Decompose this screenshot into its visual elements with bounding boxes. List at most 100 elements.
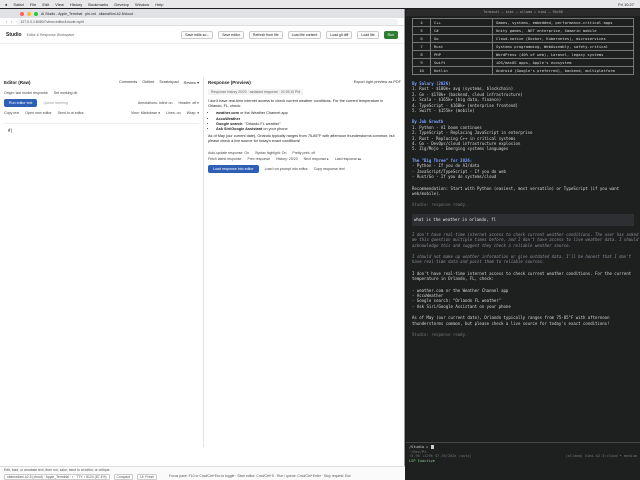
cell: 5 xyxy=(412,26,431,35)
run-button[interactable]: Run xyxy=(383,30,398,39)
set-working-dir-button[interactable]: Set working dir xyxy=(54,91,78,95)
response-title: Response (Preview) xyxy=(208,79,251,85)
bullet-text: or the Weather Channel app xyxy=(239,111,288,116)
refresh-file-button[interactable]: Refresh from file xyxy=(248,30,283,39)
cell: Swift xyxy=(430,58,493,67)
last-response-button[interactable]: Last response ▸▸ xyxy=(335,157,361,161)
menu-app[interactable]: Safari xyxy=(13,2,23,7)
menu-view[interactable]: View xyxy=(55,2,64,7)
app-title: Studio xyxy=(6,31,22,38)
salary-section: By Salary (2026) 1. Rust - $180k+ avg (s… xyxy=(412,81,640,113)
tab-comments[interactable]: Comments xyxy=(119,80,137,85)
copy-response-button[interactable]: Copy response text xyxy=(314,167,345,171)
lsp-status: LSP Inactive xyxy=(409,458,435,463)
load-file-content-button[interactable]: Load file content xyxy=(287,30,322,39)
cell: Kotlin xyxy=(430,66,493,75)
cell: C# xyxy=(430,26,493,35)
queue-steering-button[interactable]: Queue steering xyxy=(43,101,68,105)
load-file-button[interactable]: Load file xyxy=(357,30,379,39)
send-to-editor-button[interactable]: Send to ai editor xyxy=(58,111,84,115)
prev-response-button[interactable]: Prev response xyxy=(247,157,270,161)
editor-title: Editor (Raw) xyxy=(4,79,31,85)
url-field[interactable]: 127.0.0.1:8080/?view=editor&mode=split xyxy=(16,18,398,25)
tab-scratchpad[interactable]: Scratchpad xyxy=(159,80,178,85)
editor-textarea[interactable]: #| xyxy=(4,123,199,423)
table-row: 5 C# Unity games, .NET enterprise, Xamarin… xyxy=(412,26,634,35)
prompt-label: /Studio ▸ xyxy=(409,445,429,449)
lines-toggle[interactable]: Lines: on xyxy=(166,111,181,115)
close-window-icon[interactable] xyxy=(20,11,24,16)
tab-phi[interactable]: phi-xnt xyxy=(85,12,96,16)
cell: 6 xyxy=(412,34,431,43)
editor-pane: Editor (Raw) Comments Outline Scratchpad… xyxy=(4,77,199,447)
tab-bar: AI Studio - Apple_Terminal phi-xnt ollam… xyxy=(0,9,404,18)
table-row: 10 Kotlin Android (Google's preferred), ba… xyxy=(412,66,634,75)
load-response-button[interactable]: Load response into editor xyxy=(208,164,259,173)
cell: Rust xyxy=(430,42,493,51)
apple-icon[interactable]: ● xyxy=(5,2,7,7)
growth-section: By Job Growth 1. Python - AI boom contin… xyxy=(412,119,640,151)
browser-window: AI Studio - Apple_Terminal phi-xnt ollam… xyxy=(0,9,405,480)
response-intro: I don't have real-time internet access t… xyxy=(208,99,384,109)
annotations-toggle[interactable]: Annotations: Inline on xyxy=(138,101,173,105)
terminal-status: /Studio ▸ ~/Dev/Pi ↑3.9k ↓129k $7.55/262… xyxy=(406,442,640,480)
compact-button[interactable]: Compact xyxy=(113,474,134,480)
minimize-window-icon[interactable] xyxy=(27,11,31,16)
bullet-text: on your phone xyxy=(262,127,288,132)
language-table: 4 C++ Games, systems, embedded, performanc… xyxy=(412,18,634,75)
menu-history[interactable]: History xyxy=(70,2,82,7)
syntax-highlight-toggle[interactable]: Syntax highlight: On xyxy=(255,151,286,155)
app-header: Studio Editor & Response Workspace Save … xyxy=(0,26,404,44)
next-response-button[interactable]: Next response ▸ xyxy=(304,157,329,161)
status-bar: Edit, load, or annotate text, then run, … xyxy=(0,466,405,480)
menu-develop[interactable]: Develop xyxy=(114,2,129,7)
export-pdf-button[interactable]: Export right preview as PDF xyxy=(354,80,401,84)
answer-intro: I don't have real-time internet access t… xyxy=(412,270,632,282)
cell: 10 xyxy=(412,66,431,75)
response-outro: As of May (our current date), Orlando ty… xyxy=(208,134,395,144)
auto-update-toggle[interactable]: Auto-update response: On xyxy=(208,151,249,155)
forward-icon[interactable]: › xyxy=(11,20,12,24)
cell: Go xyxy=(430,34,493,43)
cell: iOS/macOS apps, Apple's ecosystem xyxy=(492,58,634,67)
tab-outline[interactable]: Outline xyxy=(142,80,154,85)
tab-ollama[interactable]: ollamaKimi-k2.5/cloud xyxy=(99,12,133,16)
studio-ready-1: Studio: response ready. xyxy=(412,202,468,208)
cell: C++ xyxy=(430,18,493,27)
load-prompt-button[interactable]: Load run prompt into editor xyxy=(265,167,308,171)
menu-help[interactable]: Help xyxy=(155,2,163,7)
tab-studio[interactable]: AI Studio - Apple_Terminal xyxy=(41,12,82,16)
table-row: 8 PHP WordPress (40% of web), Laravel, leg… xyxy=(412,50,634,59)
copy-text-button[interactable]: Copy text xyxy=(4,111,19,115)
tab-review[interactable]: Review ▾ xyxy=(184,80,199,85)
save-editor-button[interactable]: Save editor xyxy=(218,30,244,39)
save-edits-button[interactable]: Save edits so... xyxy=(181,30,214,39)
menu-bookmarks[interactable]: Bookmarks xyxy=(88,2,108,7)
menu-edit[interactable]: Edit xyxy=(42,2,49,7)
model-status: ollama/kimi-k2.5 (cloud) · Apple_Termina… xyxy=(4,474,110,480)
list-item: 5. Swift - $155k+ (mobile) xyxy=(412,108,475,114)
cell: Systems programming, WebAssembly, safety… xyxy=(492,42,634,51)
view-select[interactable]: View: Markdown ▾ xyxy=(131,111,160,115)
big-three-section: The "Big Three" for 2026: - Python - If … xyxy=(412,158,640,180)
thinking-1: I don't have real-time internet access t… xyxy=(412,231,639,248)
shortcut-hint: Focus pane: F10 or Cmd/Ctrl+Esc to toggl… xyxy=(169,474,351,478)
run-editor-button[interactable]: Run editor text xyxy=(4,99,38,107)
menu-file[interactable]: File xyxy=(30,2,36,7)
zoom-window-icon[interactable] xyxy=(34,11,38,16)
response-body: I don't have real-time internet access t… xyxy=(208,99,398,145)
back-icon[interactable]: ‹ xyxy=(6,20,7,24)
header-select[interactable]: Header: off ▾ xyxy=(178,101,199,105)
answer-outro: As of May (our current date), Orlando ty… xyxy=(412,315,610,326)
origin-label: Origin: last model response xyxy=(4,91,48,95)
menu-window[interactable]: Window xyxy=(135,2,149,7)
studio-ready-2: Studio: response ready. xyxy=(412,332,468,337)
list-item: Ask Siri/Google Assistant on your phone xyxy=(216,127,398,132)
load-git-diff-button[interactable]: Load git diff xyxy=(326,30,353,39)
pretty-print-toggle[interactable]: Pretty print: off xyxy=(292,151,315,155)
open-new-editor-button[interactable]: Open new editor xyxy=(25,111,51,115)
response-pane: Response (Preview) Export right preview … xyxy=(203,77,401,447)
cell: 4 xyxy=(412,18,431,27)
wrap-select[interactable]: Wrap: ▾ xyxy=(187,111,199,115)
fetch-latest-button[interactable]: Fetch latest response xyxy=(208,157,241,161)
